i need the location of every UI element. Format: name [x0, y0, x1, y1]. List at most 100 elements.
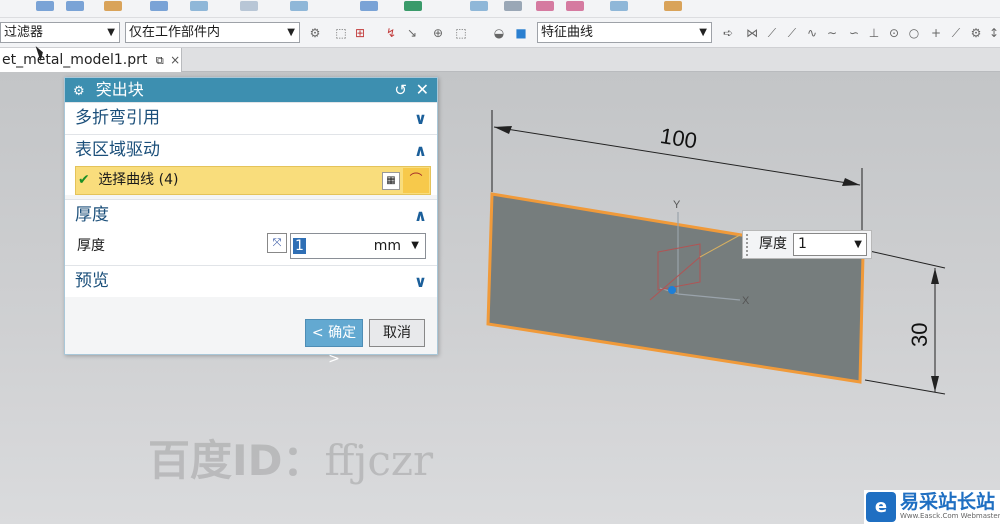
reset-icon[interactable]: ↺	[394, 78, 407, 102]
section-title: 多折弯引用	[75, 108, 160, 128]
section-header-preview[interactable]: 预览 ∨	[65, 266, 437, 297]
tool-icon[interactable]: ⚙	[968, 25, 984, 41]
tangent-icon[interactable]: ↘	[404, 25, 420, 41]
gear-icon[interactable]: ⚙	[73, 84, 85, 99]
formula-icon[interactable]: ⤧	[267, 233, 287, 253]
dimension-width[interactable]: 100	[659, 123, 699, 153]
ribbon-icon[interactable]	[470, 1, 488, 11]
selection-toolbar: 过滤器 ▼ 仅在工作部件内 ▼ ⚙ ⬚ ⊞ ↯ ↘ ⊕ ⬚ ◒ ■ 特征曲线 ▼…	[0, 18, 1000, 48]
curve-rule-combo[interactable]: 特征曲线 ▼	[537, 22, 712, 43]
chevron-down-icon[interactable]: ∨	[414, 266, 427, 297]
arrowhead	[494, 126, 512, 134]
thickness-handle[interactable]: 厚度 1 ▼	[742, 230, 872, 259]
handle-label: 厚度	[759, 236, 787, 252]
dimension-height[interactable]: 30	[907, 323, 932, 347]
arrowhead	[931, 268, 939, 284]
line-icon[interactable]: ⟋	[764, 25, 780, 41]
ribbon-strip	[0, 0, 1000, 18]
close-icon[interactable]: ✕	[416, 78, 429, 102]
site-logo-icon: e	[866, 492, 896, 522]
section-header-face-drive[interactable]: 表区域驱动 ∧	[65, 135, 437, 166]
chevron-up-icon[interactable]: ∧	[414, 135, 427, 166]
ribbon-icon[interactable]	[36, 1, 54, 11]
extension-line	[864, 249, 946, 269]
select-curve-row[interactable]: ✔ 选择曲线 (4) ▦ ⌒	[75, 166, 431, 195]
more-icon[interactable]: ↕	[986, 25, 1000, 41]
curve-snap-icon[interactable]: ↯	[383, 25, 399, 41]
handle-value-field[interactable]: 1 ▼	[793, 233, 867, 256]
ribbon-icon[interactable]	[566, 1, 584, 11]
chevron-down-icon: ▼	[287, 27, 295, 38]
plus-icon[interactable]: +	[928, 25, 944, 41]
ribbon-icon[interactable]	[150, 1, 168, 11]
ribbon-icon[interactable]	[504, 1, 522, 11]
section-face-drive: 表区域驱动 ∧ ✔ 选择曲线 (4) ▦ ⌒	[65, 134, 437, 195]
intersect-icon[interactable]: ⊥	[866, 25, 882, 41]
section-header-thickness[interactable]: 厚度 ∧	[65, 200, 437, 231]
section-title: 厚度	[75, 205, 109, 225]
line-icon[interactable]: ⟋	[948, 25, 964, 41]
thickness-input[interactable]: 1 mm ▼	[290, 233, 426, 259]
center-icon[interactable]: ⊙	[886, 25, 902, 41]
cancel-button[interactable]: 取消	[369, 319, 425, 347]
ribbon-icon[interactable]	[190, 1, 208, 11]
ribbon-icon[interactable]	[360, 1, 378, 11]
tab-dialog: ⚙ 突出块 ↺ ✕ 多折弯引用 ∨ 表区域驱动 ∧ ✔ 选择曲线 (4) ▦ ⌒…	[64, 77, 438, 367]
filter-combo-value: 过滤器	[4, 25, 44, 40]
drag-grip-icon[interactable]	[746, 234, 752, 256]
chevron-down-icon[interactable]: ∨	[414, 103, 427, 134]
thickness-label: 厚度	[77, 238, 105, 254]
snap-icon[interactable]: ⚙	[307, 25, 323, 41]
snap-point-icon[interactable]: ⊞	[352, 25, 368, 41]
filter-combo[interactable]: 过滤器 ▼	[0, 22, 120, 43]
origin-point[interactable]	[668, 286, 676, 294]
close-icon[interactable]: ×	[170, 53, 180, 67]
thickness-unit: mm	[373, 238, 401, 254]
tab-model[interactable]: et_metal_model1.prt ⧉ ×	[0, 48, 182, 72]
section-bend-reference: 多折弯引用 ∨	[65, 102, 437, 134]
section-preview: 预览 ∨	[65, 265, 437, 297]
ribbon-icon[interactable]	[104, 1, 122, 11]
thickness-row: 厚度 ⤧ 1 mm ▼	[65, 231, 437, 265]
spline-icon[interactable]: ∼	[824, 25, 840, 41]
site-title: 易采站长站	[900, 491, 996, 513]
section-title: 预览	[75, 271, 109, 291]
sketch-section-icon[interactable]: ▦	[382, 172, 400, 190]
chevron-up-icon[interactable]: ∧	[414, 200, 427, 231]
arrow-icon[interactable]: ➪	[720, 25, 736, 41]
chevron-down-icon[interactable]: ▼	[411, 234, 419, 258]
circle-icon[interactable]: ○	[906, 25, 922, 41]
dialog-title-bar[interactable]: ⚙ 突出块 ↺ ✕	[65, 78, 437, 102]
ribbon-icon[interactable]	[240, 1, 258, 11]
check-icon: ✔	[78, 172, 90, 188]
handle-value: 1	[798, 236, 807, 252]
shaded-icon[interactable]: ◒	[491, 25, 507, 41]
ribbon-icon[interactable]	[664, 1, 682, 11]
curve-select-icon[interactable]: ⌒	[403, 168, 429, 193]
line-icon[interactable]: ⟋	[784, 25, 800, 41]
scope-combo-value: 仅在工作部件内	[129, 25, 221, 40]
watermark-id: 百度ID：	[148, 436, 325, 485]
axis-y-label: Y	[673, 199, 681, 211]
curve-icon[interactable]: ∿	[804, 25, 820, 41]
section-header-bend-reference[interactable]: 多折弯引用 ∨	[65, 103, 437, 134]
ribbon-icon[interactable]	[290, 1, 308, 11]
ok-button[interactable]: < 确定 >	[305, 319, 363, 367]
ribbon-icon[interactable]	[66, 1, 84, 11]
pin-icon[interactable]: ⧉	[156, 54, 164, 67]
ribbon-icon[interactable]	[536, 1, 554, 11]
ribbon-icon[interactable]	[404, 1, 422, 11]
scope-combo[interactable]: 仅在工作部件内 ▼	[125, 22, 300, 43]
solid-icon[interactable]: ■	[513, 25, 529, 41]
ends-icon[interactable]: ⋈	[744, 25, 760, 41]
box-select-icon[interactable]: ⬚	[453, 25, 469, 41]
wave-icon[interactable]: ∽	[846, 25, 862, 41]
dialog-buttons: < 确定 > 取消	[65, 308, 437, 367]
ribbon-icon[interactable]	[610, 1, 628, 11]
chevron-down-icon: ▼	[699, 27, 707, 38]
select-icon[interactable]: ⬚	[333, 25, 349, 41]
sheet-face[interactable]	[486, 192, 865, 384]
component-icon[interactable]: ⊕	[430, 25, 446, 41]
arrowhead	[842, 178, 860, 186]
chevron-down-icon[interactable]: ▼	[854, 234, 862, 255]
